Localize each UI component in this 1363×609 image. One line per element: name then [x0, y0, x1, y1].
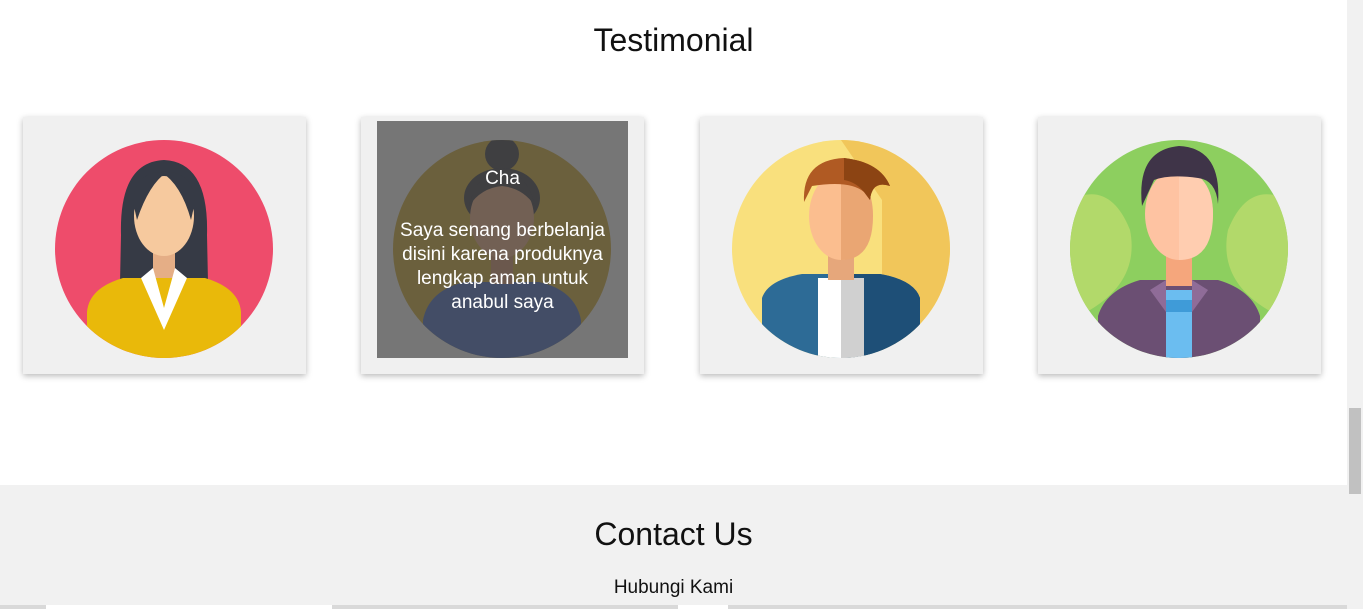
contact-title: Contact Us	[594, 516, 753, 552]
page: Testimonial Cha Saya senang berbelanja d…	[0, 0, 1347, 609]
testimonial-name: Cha	[485, 168, 520, 189]
testimonial-card-2[interactable]: Cha Saya senang berbelanja disini karena…	[361, 117, 644, 374]
testimonial-quote: Saya senang berbelanja disini karena pro…	[400, 220, 605, 313]
testimonial-hover-overlay: Cha Saya senang berbelanja disini karena…	[377, 121, 628, 358]
contact-input-row-edge	[0, 605, 1347, 609]
testimonial-card-1[interactable]	[23, 117, 306, 374]
testimonial-title: Testimonial	[593, 22, 754, 58]
man-purple-jacket-avatar-icon	[1070, 140, 1288, 358]
input-edge-1	[46, 605, 332, 609]
testimonial-card-3[interactable]	[700, 117, 983, 374]
contact-subtitle: Hubungi Kami	[613, 577, 734, 598]
woman-black-hair-avatar-icon	[55, 140, 273, 358]
contact-section: Contact Us Hubungi Kami	[0, 485, 1347, 609]
testimonial-card-4[interactable]	[1038, 117, 1321, 374]
man-brown-hair-avatar-icon	[732, 140, 950, 358]
input-edge-2	[678, 605, 728, 609]
scrollbar-thumb[interactable]	[1349, 408, 1361, 494]
vertical-scrollbar[interactable]	[1347, 0, 1363, 609]
